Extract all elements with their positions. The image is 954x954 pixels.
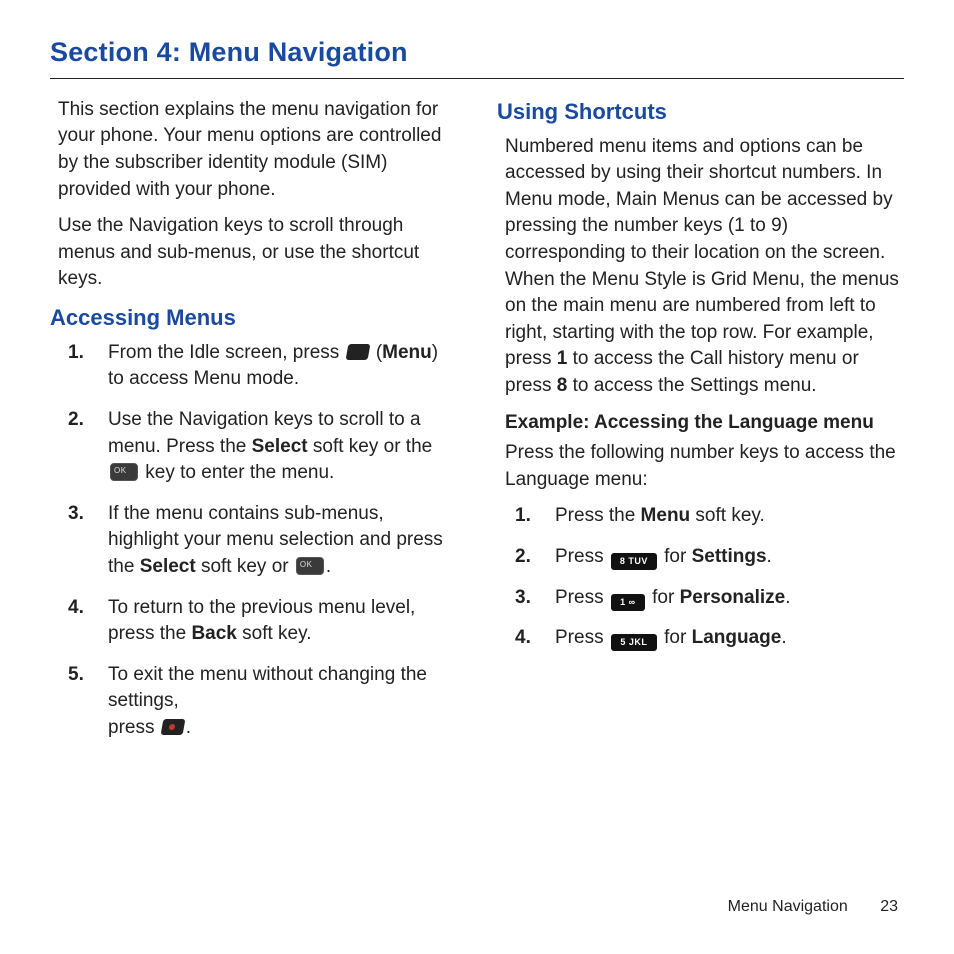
- page-footer: Menu Navigation 23: [728, 896, 898, 918]
- accessing-step-5: 5. To exit the menu without changing the…: [98, 662, 457, 742]
- ok-key-icon: [296, 557, 324, 575]
- key-5-icon: 5 JKL: [611, 634, 657, 651]
- step-text: .: [767, 546, 772, 567]
- step-text: for: [659, 627, 692, 648]
- bold-1: 1: [557, 348, 568, 369]
- language-label: Language: [692, 627, 782, 648]
- page-number: 23: [880, 896, 898, 918]
- step-text: press: [108, 717, 160, 738]
- step-text: To exit the menu without changing the se…: [108, 664, 427, 712]
- step-text: Press: [555, 546, 609, 567]
- example-heading: Example: Accessing the Language menu: [497, 410, 904, 437]
- step-text: From the Idle screen, press: [108, 342, 345, 363]
- step-number: 1.: [515, 503, 531, 530]
- shortcut-step-1: 1. Press the Menu soft key.: [545, 503, 904, 530]
- step-number: 3.: [68, 501, 84, 528]
- soft-key-icon: [345, 344, 370, 360]
- select-label: Select: [140, 556, 196, 577]
- shortcuts-text: to access the Settings menu.: [567, 375, 816, 396]
- menu-label: Menu: [641, 505, 691, 526]
- shortcuts-text: Numbered menu items and options can be a…: [505, 136, 899, 370]
- accessing-step-1: 1. From the Idle screen, press (Menu) to…: [98, 340, 457, 393]
- step-text: for: [659, 546, 692, 567]
- step-text: .: [785, 587, 790, 608]
- step-text: soft key or: [196, 556, 294, 577]
- intro-paragraph-2: Use the Navigation keys to scroll throug…: [50, 213, 457, 293]
- select-label: Select: [252, 436, 308, 457]
- step-number: 5.: [68, 662, 84, 689]
- step-text: .: [326, 556, 331, 577]
- accessing-step-4: 4. To return to the previous menu level,…: [98, 595, 457, 648]
- left-column: This section explains the menu navigatio…: [50, 97, 457, 756]
- step-number: 3.: [515, 585, 531, 612]
- content-columns: This section explains the menu navigatio…: [50, 97, 904, 756]
- step-number: 4.: [68, 595, 84, 622]
- page: Section 4: Menu Navigation This section …: [0, 0, 954, 954]
- step-text: soft key.: [237, 623, 312, 644]
- shortcut-step-2: 2. Press 8 TUV for Settings.: [545, 544, 904, 571]
- accessing-step-3: 3. If the menu contains sub-menus, highl…: [98, 501, 457, 581]
- using-shortcuts-heading: Using Shortcuts: [497, 97, 904, 128]
- step-text: (: [371, 342, 383, 363]
- step-text: soft key.: [690, 505, 765, 526]
- menu-label: Menu: [382, 342, 432, 363]
- end-key-icon: [160, 719, 185, 735]
- right-column: Using Shortcuts Numbered menu items and …: [497, 97, 904, 756]
- step-number: 1.: [68, 340, 84, 367]
- shortcut-step-4: 4. Press 5 JKL for Language.: [545, 625, 904, 652]
- settings-label: Settings: [692, 546, 767, 567]
- example-intro: Press the following number keys to acces…: [497, 440, 904, 493]
- accessing-step-2: 2. Use the Navigation keys to scroll to …: [98, 407, 457, 487]
- step-text: Press: [555, 587, 609, 608]
- intro-paragraph-1: This section explains the menu navigatio…: [50, 97, 457, 203]
- step-text: Press the: [555, 505, 641, 526]
- step-text: soft key or the: [308, 436, 433, 457]
- footer-label: Menu Navigation: [728, 898, 848, 915]
- key-1-icon: 1 ∞: [611, 594, 645, 611]
- step-text: for: [647, 587, 680, 608]
- personalize-label: Personalize: [680, 587, 786, 608]
- step-text: .: [186, 717, 191, 738]
- step-number: 2.: [515, 544, 531, 571]
- accessing-menus-heading: Accessing Menus: [50, 303, 457, 334]
- section-title: Section 4: Menu Navigation: [50, 34, 904, 72]
- accessing-steps: 1. From the Idle screen, press (Menu) to…: [50, 340, 457, 742]
- divider: [50, 78, 904, 79]
- step-number: 4.: [515, 625, 531, 652]
- shortcut-step-3: 3. Press 1 ∞ for Personalize.: [545, 585, 904, 612]
- ok-key-icon: [110, 463, 138, 481]
- step-number: 2.: [68, 407, 84, 434]
- back-label: Back: [191, 623, 236, 644]
- shortcut-steps: 1. Press the Menu soft key. 2. Press 8 T…: [497, 503, 904, 651]
- bold-8: 8: [557, 375, 568, 396]
- step-text: .: [781, 627, 786, 648]
- step-text: Press: [555, 627, 609, 648]
- step-text: key to enter the menu.: [140, 462, 334, 483]
- shortcuts-paragraph: Numbered menu items and options can be a…: [497, 134, 904, 400]
- key-8-icon: 8 TUV: [611, 553, 657, 570]
